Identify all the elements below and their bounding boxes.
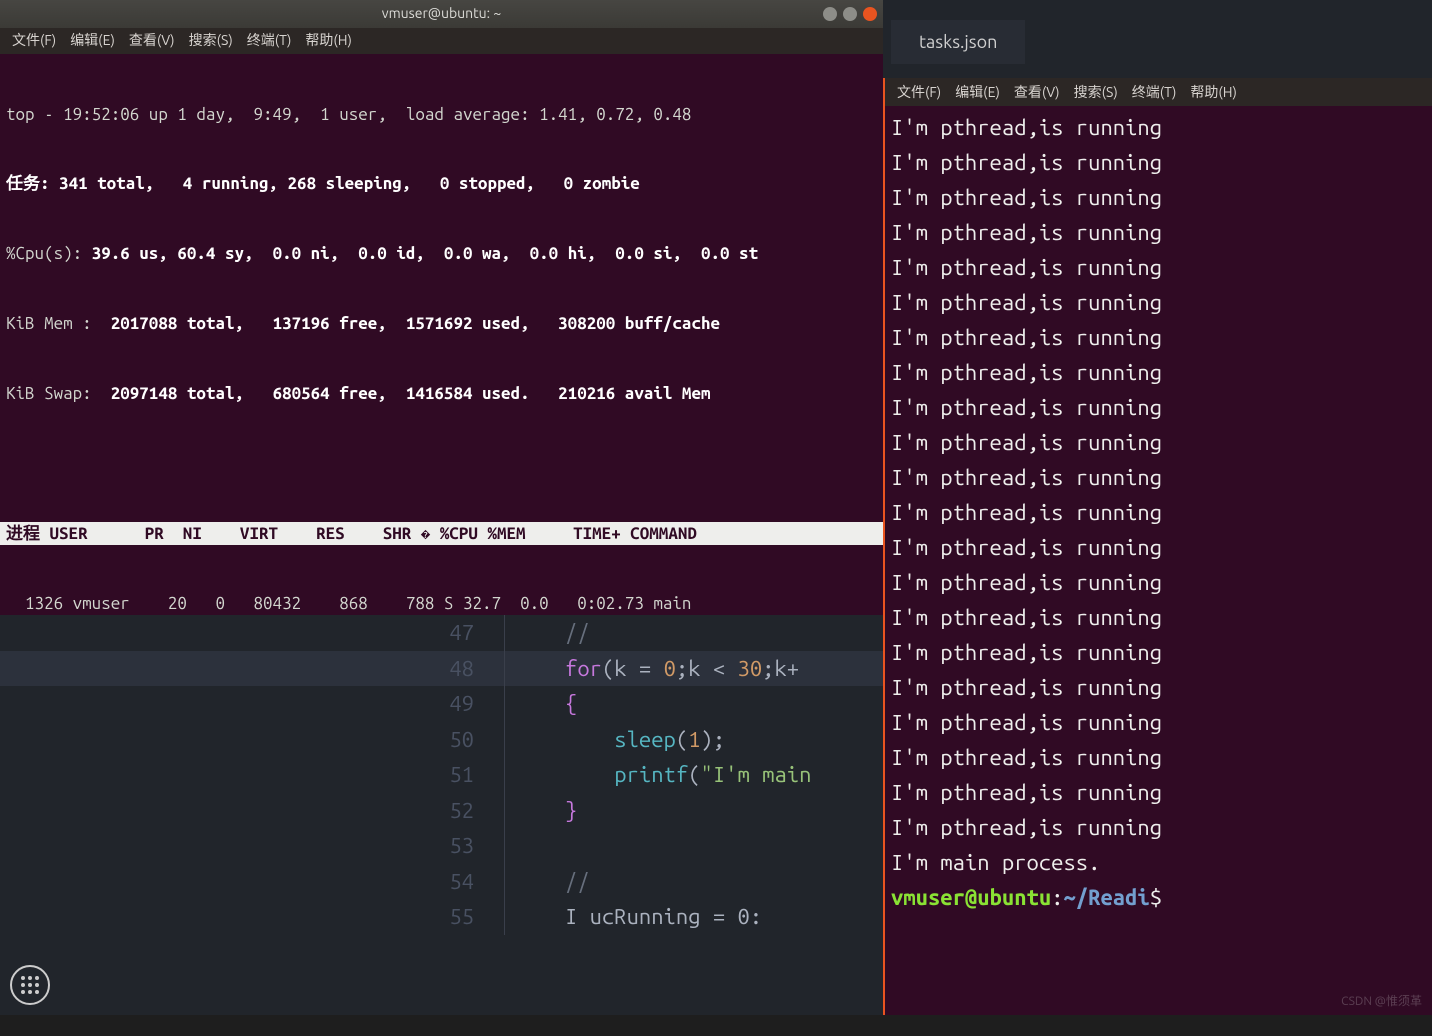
menu-search[interactable]: 搜索(S): [185, 27, 237, 54]
window-title: vmuser@ubuntu: ~: [382, 2, 501, 25]
menu-terminal-2[interactable]: 终端(T): [1128, 73, 1181, 112]
menubar[interactable]: 文件(F) 编辑(E) 查看(V) 搜索(S) 终端(T) 帮助(H): [0, 28, 883, 54]
output-line: I'm pthread,is running: [891, 390, 1426, 425]
top-summary-line: top - 19:52:06 up 1 day, 9:49, 1 user, l…: [6, 103, 877, 126]
code-line[interactable]: 49{: [0, 686, 883, 722]
vscode-tabbar: tasks.json: [883, 0, 1432, 78]
terminal-window-output[interactable]: 文件(F) 编辑(E) 查看(V) 搜索(S) 终端(T) 帮助(H) I'm …: [883, 78, 1432, 1015]
top-columns-header: 进程 USER PR NI VIRT RES SHR � %CPU %MEM T…: [0, 522, 883, 545]
minimize-icon[interactable]: [823, 7, 837, 21]
output-line: I'm pthread,is running: [891, 775, 1426, 810]
dock: [0, 955, 60, 1015]
code-line[interactable]: 53: [0, 828, 883, 864]
line-content[interactable]: I ucRunning = 0:: [505, 899, 883, 935]
output-line: I'm pthread,is running: [891, 250, 1426, 285]
code-editor[interactable]: 47//48for(k = 0;k < 30;k+49{50 sleep(1);…: [0, 615, 883, 1015]
table-row: 1326 vmuser 20 0 80432 868 788 S 32.7 0.…: [6, 592, 877, 615]
output-line: I'm pthread,is running: [891, 145, 1426, 180]
line-number: 47: [0, 615, 505, 651]
menu-help[interactable]: 帮助(H): [301, 27, 356, 54]
line-content[interactable]: printf("I'm main: [505, 757, 883, 793]
menu-search-2[interactable]: 搜索(S): [1070, 73, 1122, 112]
output-line: I'm pthread,is running: [891, 285, 1426, 320]
output-line: I'm pthread,is running: [891, 810, 1426, 845]
line-content[interactable]: //: [505, 615, 883, 651]
line-number: 52: [0, 793, 505, 829]
line-number: 48: [0, 651, 505, 687]
line-content[interactable]: for(k = 0;k < 30;k+: [505, 651, 883, 687]
output-line: I'm pthread,is running: [891, 180, 1426, 215]
menu-view[interactable]: 查看(V): [125, 27, 179, 54]
code-line[interactable]: 47//: [0, 615, 883, 651]
top-swap-line: KiB Swap: 2097148 total, 680564 free, 14…: [6, 382, 877, 405]
output-line: I'm pthread,is running: [891, 635, 1426, 670]
output-line: I'm pthread,is running: [891, 215, 1426, 250]
terminal-2-body[interactable]: I'm pthread,is runningI'm pthread,is run…: [885, 106, 1432, 919]
output-line-main: I'm main process.: [891, 845, 1426, 880]
code-line[interactable]: 48for(k = 0;k < 30;k+: [0, 651, 883, 687]
output-line: I'm pthread,is running: [891, 355, 1426, 390]
output-line: I'm pthread,is running: [891, 740, 1426, 775]
window-buttons: [823, 7, 877, 21]
top-mem-line: KiB Mem : 2017088 total, 137196 free, 15…: [6, 312, 877, 335]
line-content[interactable]: [505, 828, 883, 864]
output-line: I'm pthread,is running: [891, 460, 1426, 495]
code-line[interactable]: 52}: [0, 793, 883, 829]
menu-help-2[interactable]: 帮助(H): [1186, 73, 1241, 112]
top-tasks-line: 任务: 341 total, 4 running, 268 sleeping, …: [6, 172, 877, 195]
line-number: 49: [0, 686, 505, 722]
menu-terminal[interactable]: 终端(T): [243, 27, 296, 54]
menu-edit[interactable]: 编辑(E): [66, 27, 119, 54]
terminal-window-top[interactable]: vmuser@ubuntu: ~ 文件(F) 编辑(E) 查看(V) 搜索(S)…: [0, 0, 883, 615]
menubar-2[interactable]: 文件(F) 编辑(E) 查看(V) 搜索(S) 终端(T) 帮助(H): [885, 78, 1432, 106]
line-content[interactable]: }: [505, 793, 883, 829]
output-line: I'm pthread,is running: [891, 425, 1426, 460]
output-line: I'm pthread,is running: [891, 670, 1426, 705]
output-line: I'm pthread,is running: [891, 600, 1426, 635]
output-line: I'm pthread,is running: [891, 530, 1426, 565]
code-line[interactable]: 54//: [0, 864, 883, 900]
menu-file[interactable]: 文件(F): [8, 27, 60, 54]
line-number: 55: [0, 899, 505, 935]
menu-file-2[interactable]: 文件(F): [893, 73, 945, 112]
apps-icon[interactable]: [10, 965, 50, 1005]
close-icon[interactable]: [863, 7, 877, 21]
code-line[interactable]: 51 printf("I'm main: [0, 757, 883, 793]
top-cpu-line: %Cpu(s): 39.6 us, 60.4 sy, 0.0 ni, 0.0 i…: [6, 242, 877, 265]
menu-edit-2[interactable]: 编辑(E): [951, 73, 1004, 112]
line-content[interactable]: //: [505, 864, 883, 900]
code-line[interactable]: 55I ucRunning = 0:: [0, 899, 883, 935]
watermark: CSDN @惟须革: [1341, 992, 1422, 1009]
line-content[interactable]: {: [505, 686, 883, 722]
line-number: 54: [0, 864, 505, 900]
output-line: I'm pthread,is running: [891, 565, 1426, 600]
output-line: I'm pthread,is running: [891, 495, 1426, 530]
output-line: I'm pthread,is running: [891, 320, 1426, 355]
tab-tasks-json[interactable]: tasks.json: [891, 20, 1025, 64]
menu-view-2[interactable]: 查看(V): [1010, 73, 1064, 112]
output-line: I'm pthread,is running: [891, 110, 1426, 145]
code-line[interactable]: 50 sleep(1);: [0, 722, 883, 758]
maximize-icon[interactable]: [843, 7, 857, 21]
output-line: I'm pthread,is running: [891, 705, 1426, 740]
line-number: 53: [0, 828, 505, 864]
line-number: 50: [0, 722, 505, 758]
titlebar[interactable]: vmuser@ubuntu: ~: [0, 0, 883, 28]
line-content[interactable]: sleep(1);: [505, 722, 883, 758]
shell-prompt[interactable]: vmuser@ubuntu:~/Readi$: [891, 880, 1426, 915]
line-number: 51: [0, 757, 505, 793]
